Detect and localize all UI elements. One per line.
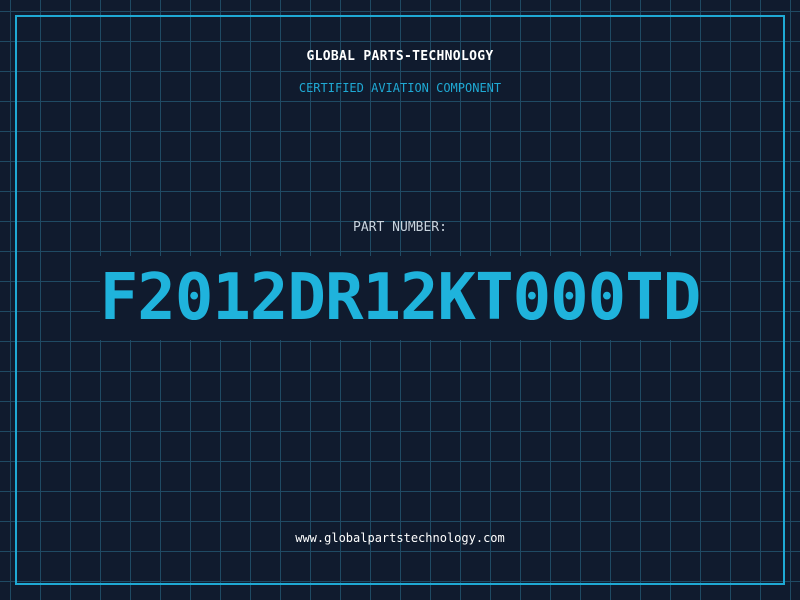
part-number-label: PART NUMBER:: [353, 220, 447, 235]
part-number-container: F2012DR12KT000TD: [0, 256, 800, 340]
website-url: www.globalpartstechnology.com: [295, 531, 505, 545]
part-number-value: F2012DR12KT000TD: [99, 256, 701, 340]
certificate-card: GLOBAL PARTS-TECHNOLOGY CERTIFIED AVIATI…: [0, 0, 800, 600]
certification-tagline: CERTIFIED AVIATION COMPONENT: [298, 81, 502, 95]
company-name: GLOBAL PARTS-TECHNOLOGY: [306, 49, 494, 64]
